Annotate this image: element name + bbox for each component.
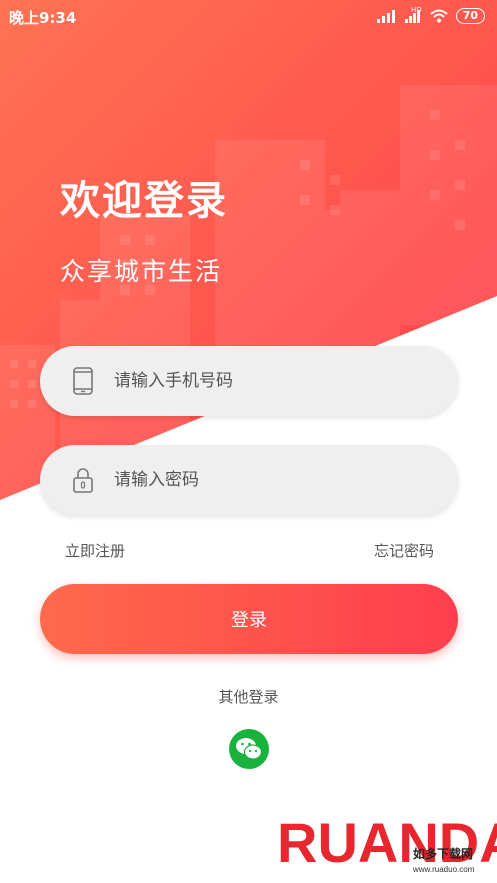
wechat-login-button[interactable] xyxy=(229,729,269,769)
status-bar: 晚上9:34 HD 70 xyxy=(0,0,497,34)
forgot-password-link[interactable]: 忘记密码 xyxy=(374,540,434,561)
login-button[interactable]: 登录 xyxy=(40,584,458,654)
battery-indicator: 70 xyxy=(455,8,485,24)
watermark-subtext: 如多下载网 xyxy=(413,846,473,861)
page-title: 欢迎登录 xyxy=(60,178,228,224)
page-subtitle: 众享城市生活 xyxy=(60,257,223,286)
lock-icon xyxy=(73,468,93,493)
phone-input[interactable] xyxy=(112,370,416,392)
wifi-icon xyxy=(430,9,448,23)
password-field[interactable] xyxy=(40,445,458,515)
wechat-icon xyxy=(236,738,263,760)
other-login-label: 其他登录 xyxy=(218,688,279,706)
watermark-logo: RUANDAO 如多下载网 www.ruaduo.com xyxy=(277,811,497,874)
signal-icon xyxy=(377,10,396,23)
register-link[interactable]: 立即注册 xyxy=(65,540,125,561)
password-input[interactable] xyxy=(112,469,416,491)
network-type: HD xyxy=(411,6,422,14)
phone-icon xyxy=(73,367,93,395)
phone-field[interactable] xyxy=(40,346,458,416)
watermark-url: www.ruaduo.com xyxy=(412,865,475,874)
status-time: 晚上9:34 xyxy=(9,9,77,27)
